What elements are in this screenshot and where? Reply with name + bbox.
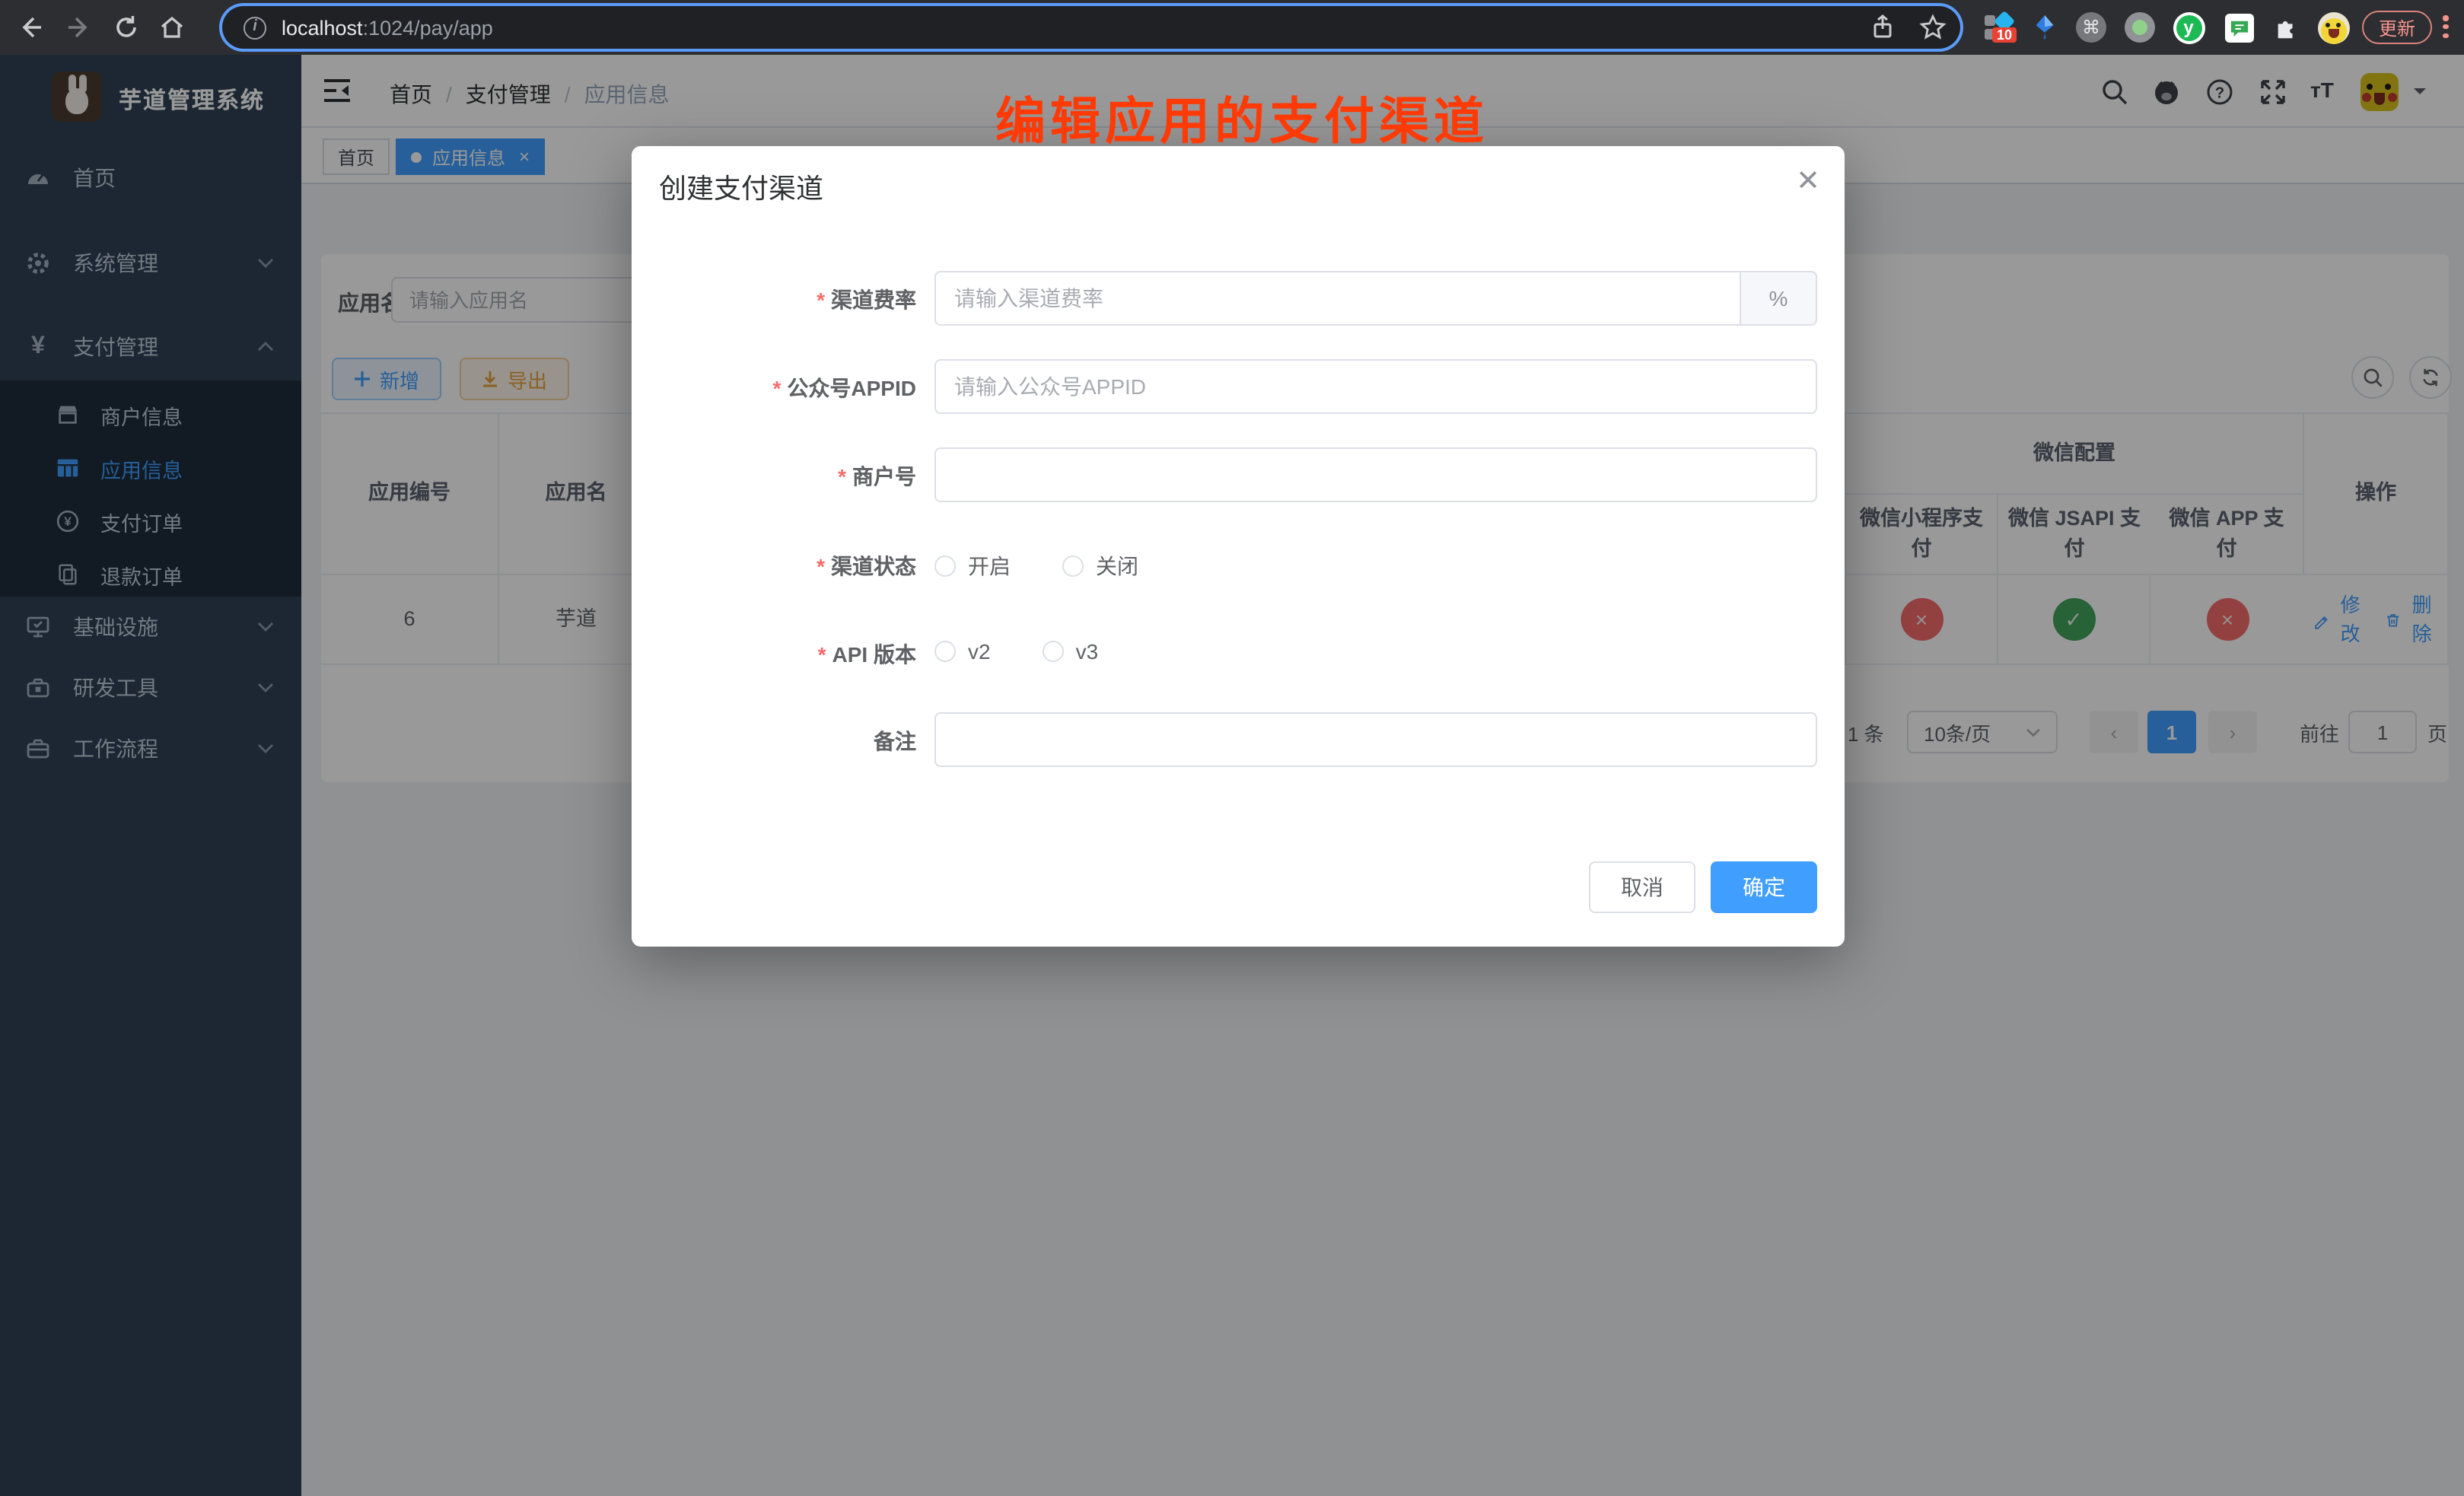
browser-update-button[interactable]: 更新 <box>2362 11 2432 44</box>
site-info-icon[interactable]: i <box>244 16 266 39</box>
field-label-remark: 备注 <box>677 726 916 756</box>
browser-home-icon[interactable] <box>158 14 186 41</box>
remark-input[interactable] <box>934 712 1817 767</box>
browser-menu-icon[interactable] <box>2443 12 2449 42</box>
task-annotation-text: 编辑应用的支付渠道 <box>995 81 1488 154</box>
bookmark-star-icon[interactable] <box>1919 14 1947 41</box>
dialog-title: 创建支付渠道 <box>659 167 823 207</box>
cancel-button[interactable]: 取消 <box>1589 861 1695 913</box>
browser-toolbar: i localhost:1024/pay/app 10 ⌘ y <box>0 0 2464 55</box>
url-text: localhost:1024/pay/app <box>282 16 493 39</box>
field-label-rate: *渠道费率 <box>677 285 916 315</box>
create-pay-channel-dialog: 创建支付渠道 ✕ *渠道费率 % *公众号APPID *商户号 *渠道状态 开启… <box>632 146 1845 947</box>
channel-status-radio-group: 开启 关闭 <box>934 551 1138 581</box>
radio-circle-icon <box>934 641 956 662</box>
extensions-puzzle-icon[interactable] <box>2268 9 2304 46</box>
share-icon[interactable] <box>1869 14 1896 41</box>
field-label-channel-status: *渠道状态 <box>677 551 916 581</box>
radio-circle-icon <box>1043 641 1064 662</box>
radio-option-enable[interactable]: 开启 <box>934 551 1011 581</box>
dialog-close-icon[interactable]: ✕ <box>1793 167 1823 198</box>
field-label-appid: *公众号APPID <box>677 373 916 403</box>
radio-circle-icon <box>934 555 956 577</box>
browser-forward-icon[interactable] <box>64 14 91 41</box>
extension-command-icon[interactable]: ⌘ <box>2073 9 2109 46</box>
field-label-merchant-id: *商户号 <box>677 461 916 492</box>
profile-emoji-icon[interactable] <box>2315 9 2351 46</box>
channel-rate-input[interactable] <box>934 271 1817 326</box>
official-account-appid-input[interactable] <box>934 359 1817 414</box>
radio-option-disable[interactable]: 关闭 <box>1062 551 1138 581</box>
address-bar[interactable]: i localhost:1024/pay/app <box>222 6 1960 49</box>
radio-option-v3[interactable]: v3 <box>1043 639 1099 664</box>
browser-reload-icon[interactable] <box>113 14 140 41</box>
merchant-id-input[interactable] <box>934 447 1817 502</box>
field-label-api-version: *API 版本 <box>677 639 916 670</box>
browser-back-icon[interactable] <box>18 14 46 41</box>
extension-chat-icon[interactable] <box>2220 9 2257 46</box>
screen: i localhost:1024/pay/app 10 ⌘ y <box>0 0 2464 1496</box>
extension-record-icon[interactable] <box>2122 9 2158 46</box>
confirm-button[interactable]: 确定 <box>1711 861 1817 913</box>
radio-option-v2[interactable]: v2 <box>934 639 991 664</box>
rate-percent-suffix: % <box>1740 271 1817 326</box>
extension-tabs-icon[interactable]: 10 <box>1980 9 2017 46</box>
api-version-radio-group: v2 v3 <box>934 639 1098 664</box>
radio-circle-icon <box>1062 555 1084 577</box>
extension-kite-icon[interactable] <box>2026 9 2062 46</box>
extension-badge: 10 <box>1992 27 2017 43</box>
extension-y-icon[interactable]: y <box>2170 9 2207 46</box>
